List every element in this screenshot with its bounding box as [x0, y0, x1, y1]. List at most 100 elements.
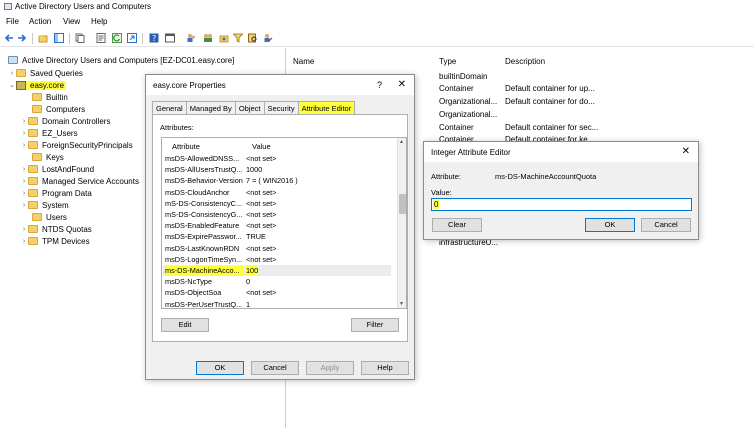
- filter-icon[interactable]: [233, 33, 243, 43]
- attribute-row[interactable]: msDS-ExpirePasswor... TRUE: [163, 231, 391, 242]
- tree-item-program-data[interactable]: › Program Data: [20, 187, 92, 199]
- chevron-right-icon[interactable]: ›: [8, 70, 16, 77]
- tree-item-lost-and-found[interactable]: › LostAndFound: [20, 163, 94, 175]
- chevron-right-icon[interactable]: ›: [20, 118, 28, 125]
- attribute-row[interactable]: mS-DS-ConsistencyG... <not set>: [163, 209, 391, 220]
- console-icon[interactable]: [165, 33, 175, 43]
- tree-item-saved-queries[interactable]: › Saved Queries: [8, 67, 83, 79]
- tab-managed-by[interactable]: Managed By: [185, 101, 236, 115]
- apply-button[interactable]: Apply: [306, 361, 354, 375]
- value-input[interactable]: 0: [431, 198, 692, 211]
- folder-icon: [28, 177, 38, 185]
- close-icon[interactable]: ✕: [398, 79, 406, 90]
- refresh-icon[interactable]: [112, 33, 122, 43]
- attribute-row[interactable]: msDS-LogonTimeSyn... <not set>: [163, 254, 391, 265]
- ok-button[interactable]: OK: [196, 361, 244, 375]
- tree-item-domain-controllers[interactable]: › Domain Controllers: [20, 115, 111, 127]
- tree-item-builtin[interactable]: Builtin: [32, 91, 68, 103]
- menu-help[interactable]: Help: [91, 17, 107, 26]
- tree-item-system[interactable]: › System: [20, 199, 69, 211]
- attribute-row[interactable]: msDS-AllUsersTrustQ... 1000: [163, 164, 391, 175]
- attribute-row[interactable]: msDS-EnabledFeature <not set>: [163, 220, 391, 231]
- tab-general[interactable]: General: [152, 101, 187, 115]
- chevron-right-icon[interactable]: ›: [20, 178, 28, 185]
- column-header-description[interactable]: Description: [505, 57, 545, 66]
- chevron-right-icon[interactable]: ›: [20, 202, 28, 209]
- ok-button[interactable]: OK: [585, 218, 635, 232]
- attribute-row[interactable]: msDS-LastKnownRDN <not set>: [163, 243, 391, 254]
- ou-icon[interactable]: [219, 33, 229, 43]
- tree-item-keys[interactable]: Keys: [32, 151, 64, 163]
- chevron-right-icon[interactable]: ›: [20, 142, 28, 149]
- folder-icon[interactable]: [38, 33, 48, 43]
- cancel-button[interactable]: Cancel: [641, 218, 691, 232]
- forward-icon[interactable]: [17, 33, 27, 43]
- export-icon[interactable]: [127, 33, 137, 43]
- attributes-list[interactable]: Attribute Value msDS-AllowedDNSS... <not …: [161, 137, 407, 309]
- attribute-row[interactable]: msDS-PerUserTrustQ... 1: [163, 299, 391, 308]
- column-header-type[interactable]: Type: [439, 57, 456, 66]
- menu-view[interactable]: View: [63, 17, 80, 26]
- edit-button[interactable]: Edit: [161, 318, 209, 332]
- tree-root[interactable]: Active Directory Users and Computers [EZ…: [8, 54, 234, 66]
- chevron-right-icon[interactable]: ›: [20, 226, 28, 233]
- chevron-right-icon[interactable]: ›: [20, 130, 28, 137]
- copy-icon[interactable]: [75, 33, 85, 43]
- help-button[interactable]: ?: [377, 80, 382, 90]
- chevron-right-icon[interactable]: ›: [20, 190, 28, 197]
- tab-security[interactable]: Security: [263, 101, 299, 115]
- attribute-row[interactable]: msDS-NcType 0: [163, 276, 391, 287]
- attribute-name: msDS-NcType: [165, 277, 213, 287]
- list-item[interactable]: builtinDomain: [439, 72, 487, 84]
- find-icon[interactable]: [248, 33, 258, 43]
- back-icon[interactable]: [4, 33, 14, 43]
- tree-item-ntds-quotas[interactable]: › NTDS Quotas: [20, 223, 92, 235]
- attributes-scrollbar[interactable]: ▲ ▼: [397, 138, 406, 308]
- chevron-right-icon[interactable]: ›: [20, 238, 28, 245]
- chevron-down-icon[interactable]: ⌄: [8, 81, 16, 89]
- column-header-value[interactable]: Value: [252, 142, 271, 151]
- menu-file[interactable]: File: [6, 17, 19, 26]
- clear-button[interactable]: Clear: [432, 218, 482, 232]
- close-icon[interactable]: ✕: [682, 146, 690, 157]
- delegate-icon[interactable]: [263, 33, 273, 43]
- attribute-row[interactable]: msDS-AllowedDNSS... <not set>: [163, 153, 391, 164]
- folder-icon: [28, 237, 38, 245]
- help-icon[interactable]: ?: [149, 33, 159, 43]
- menu-action[interactable]: Action: [29, 17, 51, 26]
- scroll-down-icon[interactable]: ▼: [399, 301, 404, 307]
- tree-item-foreign-security-principals[interactable]: › ForeignSecurityPrincipals: [20, 139, 133, 151]
- tree-item-ez-users[interactable]: › EZ_Users: [20, 127, 78, 139]
- tree-item-computers[interactable]: Computers: [32, 103, 85, 115]
- folder-icon: [32, 153, 42, 161]
- scroll-up-icon[interactable]: ▲: [399, 139, 404, 145]
- tree-item-domain[interactable]: ⌄ easy.core: [8, 79, 67, 91]
- attribute-row[interactable]: mS-DS-ConsistencyC... <not set>: [163, 198, 391, 209]
- tree-item-users[interactable]: Users: [32, 211, 67, 223]
- column-header-name[interactable]: Name: [293, 57, 314, 66]
- console-tree-icon[interactable]: [54, 33, 64, 43]
- tab-attribute-editor[interactable]: Attribute Editor: [297, 101, 356, 115]
- column-header-attribute[interactable]: Attribute: [172, 142, 200, 151]
- scrollbar-thumb[interactable]: [399, 194, 406, 214]
- list-item[interactable]: Container Default container for sec...: [439, 123, 598, 135]
- help-dialog-button[interactable]: Help: [361, 361, 409, 375]
- attribute-value: <not set>: [246, 243, 277, 253]
- chevron-right-icon[interactable]: ›: [20, 166, 28, 173]
- tree-item-managed-service-accounts[interactable]: › Managed Service Accounts: [20, 175, 139, 187]
- properties-icon[interactable]: [96, 33, 106, 43]
- attribute-row[interactable]: msDS-Behavior-Version 7 = ( WIN2016 ): [163, 175, 391, 186]
- tree-item-tpm-devices[interactable]: › TPM Devices: [20, 235, 90, 247]
- attribute-row[interactable]: msDS-ObjectSoa <not set>: [163, 287, 391, 298]
- list-item[interactable]: Organizational...: [439, 110, 497, 122]
- group-icon[interactable]: [203, 33, 213, 43]
- attribute-row[interactable]: msDS-CloudAnchor <not set>: [163, 187, 391, 198]
- attribute-value: <not set>: [246, 254, 277, 264]
- tab-object[interactable]: Object: [234, 101, 265, 115]
- cancel-button[interactable]: Cancel: [251, 361, 299, 375]
- list-item[interactable]: Organizational... Default container for d…: [439, 97, 595, 109]
- filter-button[interactable]: Filter: [351, 318, 399, 332]
- list-item[interactable]: Container Default container for up...: [439, 84, 595, 96]
- users-icon[interactable]: [186, 33, 196, 43]
- attribute-row[interactable]: ms-DS-MachineAcco... 100: [163, 265, 391, 276]
